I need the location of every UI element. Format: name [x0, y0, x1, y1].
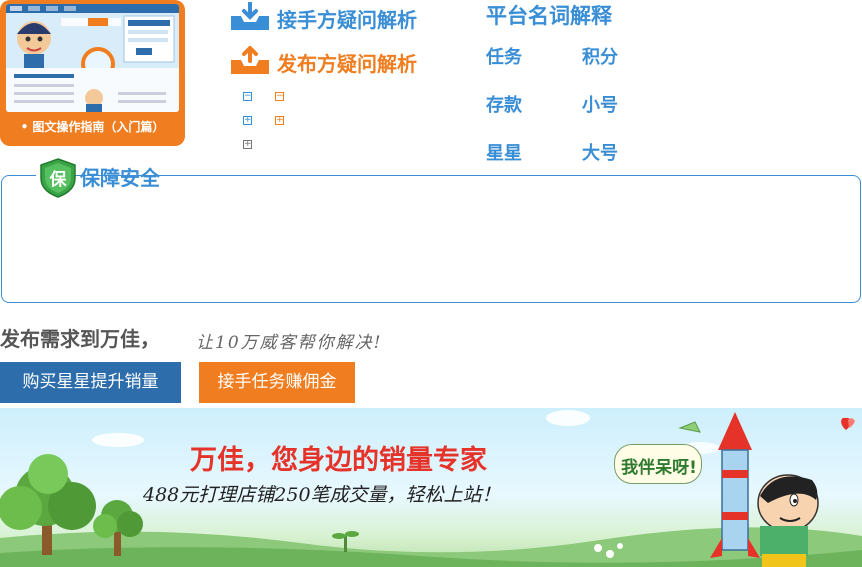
- collapse-icon[interactable]: −: [275, 92, 284, 101]
- expand-icon[interactable]: +: [275, 116, 284, 125]
- guide-thumbnail: [6, 4, 179, 112]
- glossary-term[interactable]: 任务: [486, 43, 522, 69]
- banner-subline: 488元打理店铺250笔成交量，轻松上站！: [143, 484, 501, 506]
- security-title: 保障安全: [80, 166, 160, 190]
- tray-arrow-up-icon: [231, 46, 269, 74]
- glossary-term[interactable]: 大号: [582, 139, 618, 165]
- security-header: 保 保障安全: [36, 158, 160, 198]
- speech-bubble: 我伴呆呀!: [614, 444, 702, 484]
- taker-faq-label: 接手方疑问解析: [277, 8, 417, 32]
- tray-arrow-down-icon: [231, 2, 269, 30]
- guide-card[interactable]: • 图文操作指南（入门篇）: [0, 0, 185, 146]
- shield-icon: 保: [40, 158, 76, 198]
- guide-caption: • 图文操作指南（入门篇）: [20, 120, 165, 134]
- expand-icon[interactable]: +: [243, 140, 252, 149]
- publisher-faq-link[interactable]: 发布方疑问解析: [229, 46, 449, 80]
- collapse-icon[interactable]: −: [243, 92, 252, 101]
- glossary-title: 平台名词解释: [486, 4, 612, 28]
- slogan-main: 发布需求到万佳，: [0, 327, 160, 351]
- expand-icon[interactable]: +: [243, 116, 252, 125]
- shield-badge-text: 保: [49, 169, 68, 190]
- guide-illustration: [6, 4, 179, 112]
- slogan-sub: 让10万威客帮你解决!: [196, 333, 383, 353]
- glossary-term[interactable]: 积分: [582, 43, 618, 69]
- promo-banner[interactable]: 万佳，您身边的销量专家 488元打理店铺250笔成交量，轻松上站！ 我伴呆呀!: [0, 408, 862, 567]
- buy-stars-button[interactable]: 购买星星提升销量: [0, 362, 181, 403]
- banner-headline: 万佳，您身边的销量专家: [190, 445, 487, 476]
- glossary-term[interactable]: 星星: [486, 139, 522, 165]
- speech-text: 我伴呆呀!: [621, 458, 697, 478]
- security-panel: [1, 175, 861, 303]
- publisher-faq-label: 发布方疑问解析: [277, 52, 417, 76]
- take-task-button[interactable]: 接手任务赚佣金: [199, 362, 355, 403]
- glossary-term[interactable]: 存款: [486, 91, 522, 117]
- glossary-term[interactable]: 小号: [582, 91, 618, 117]
- taker-faq-link[interactable]: 接手方疑问解析: [229, 2, 449, 36]
